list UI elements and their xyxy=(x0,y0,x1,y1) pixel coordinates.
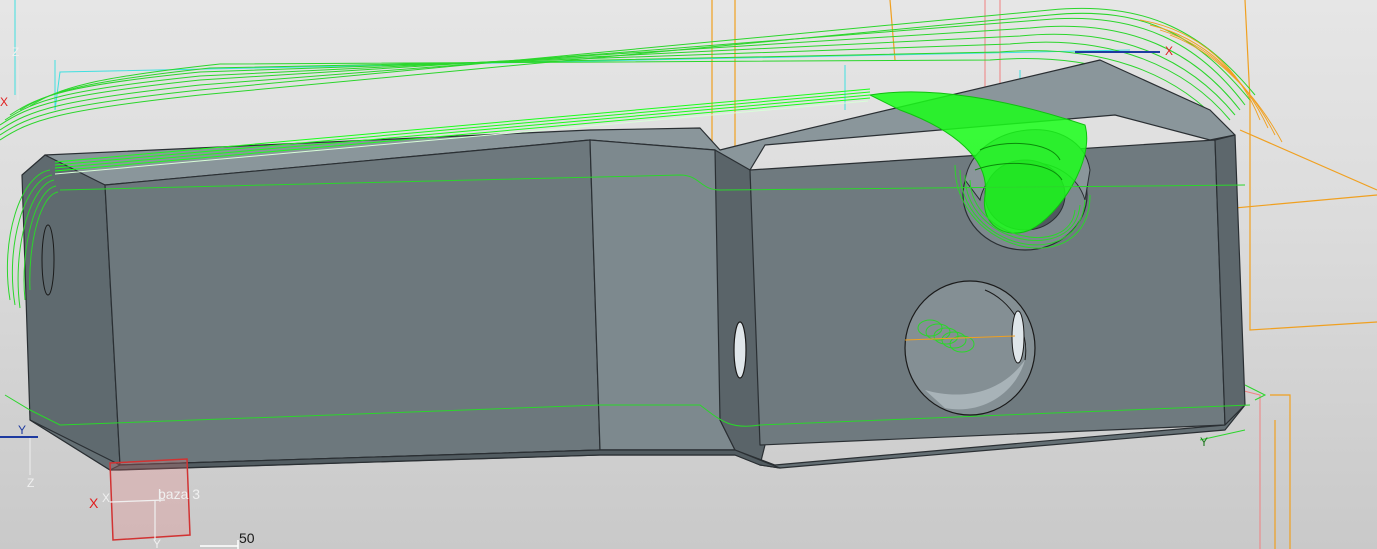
baza-3-x-tick-label: X xyxy=(102,491,110,505)
top-left-x-label: X xyxy=(0,95,8,109)
top-left-z-label: Z xyxy=(12,45,19,59)
part-scene[interactable]: Z X X Y Y Z X X Y baza 3 xyxy=(0,0,1377,549)
scale-bar xyxy=(200,540,239,549)
baza-3-fixture[interactable]: X X Y baza 3 xyxy=(89,458,200,549)
left-csys: Y Z xyxy=(0,423,38,490)
baza-3-label: baza 3 xyxy=(158,486,200,502)
part-center-fillet xyxy=(589,139,736,451)
part-front-left xyxy=(104,139,601,466)
lower-hole[interactable] xyxy=(904,280,1036,416)
baza-3-y-label: Y xyxy=(153,537,161,549)
top-left-csys: Z X xyxy=(0,45,19,109)
right-csys-y-label: Y xyxy=(1200,435,1208,449)
step-slot-hole[interactable] xyxy=(733,321,747,379)
scale-bar-label: 50 xyxy=(239,530,255,546)
cad-3d-viewport[interactable]: Z X X Y Y Z X X Y baza 3 50 xyxy=(0,0,1377,549)
left-csys-z-label: Z xyxy=(27,476,34,490)
baza-3-x-axis-label: X xyxy=(89,495,99,511)
left-csys-y-label: Y xyxy=(18,423,26,437)
right-csys-x-label: X xyxy=(1165,44,1173,58)
